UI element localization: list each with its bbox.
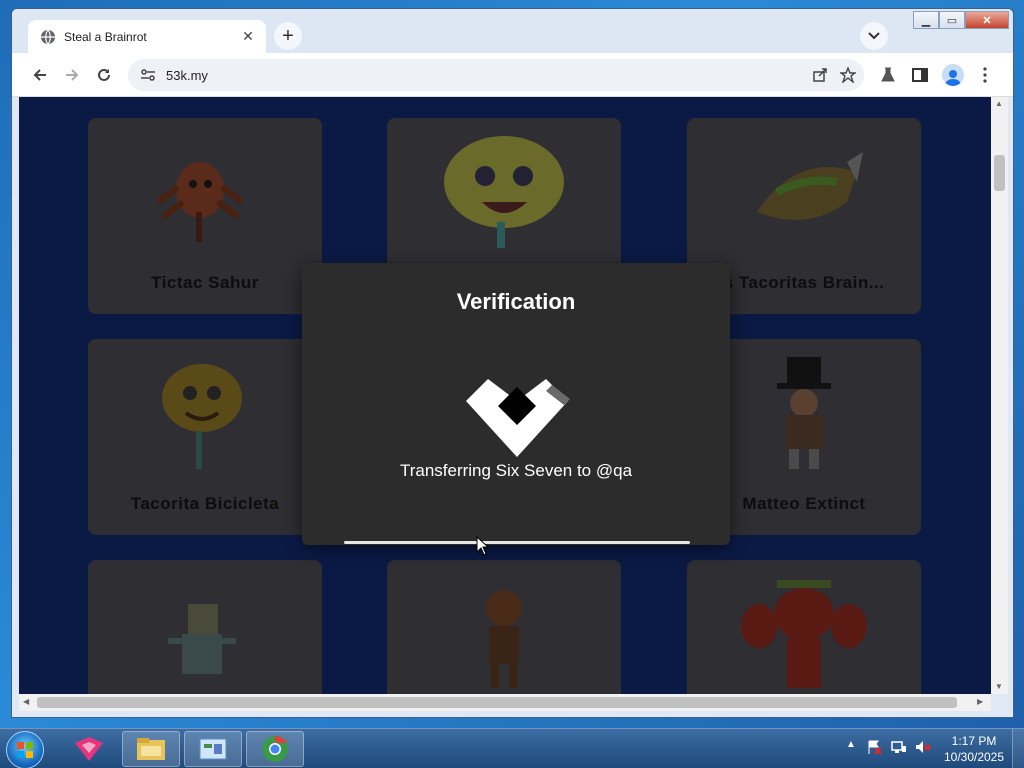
taskbar-file-explorer[interactable] [122,731,180,767]
chrome-icon [262,735,288,762]
item-card[interactable] [387,560,621,694]
clock[interactable]: 1:17 PM 10/30/2025 [940,733,1008,765]
item-card[interactable]: Tacorita Bicicleta [88,339,322,535]
taskbar-kaspersky[interactable] [60,731,118,767]
arrow-right-icon [66,69,79,81]
control-panel-icon [199,738,227,760]
clock-time: 1:17 PM [951,734,997,748]
close-window-button[interactable]: ✕ [965,11,1009,29]
bookmark-button[interactable] [836,63,860,87]
url-text[interactable]: 53k.my [166,68,808,83]
clock-date: 10/30/2025 [943,750,1005,764]
globe-icon [41,29,55,44]
progress-bar [344,541,690,544]
taskbar-control-panel[interactable] [184,731,242,767]
star-icon [840,67,856,83]
dialog-title: Verification [456,289,576,314]
volume-muted-icon[interactable] [915,739,931,755]
windows-logo-icon [17,742,33,758]
tab-close-icon[interactable]: ✕ [240,28,256,45]
character-red-spider-icon [156,162,244,242]
tab-steal-a-brainrot[interactable]: Steal a Brainrot ✕ [28,20,266,53]
horizontal-scrollbar[interactable]: ◀ ▶ [19,694,991,711]
page-viewport: Tictac Sahur s Tacoritas Brain... Tacori… [19,97,991,694]
more-vert-icon [983,67,987,83]
card-title: Tacorita Bicicleta [130,494,280,513]
character-brown-monkey-icon [486,590,522,688]
person-icon [945,70,961,86]
action-center-flag-icon[interactable] [866,739,882,755]
scroll-down-icon[interactable]: ▼ [995,682,1003,691]
character-yellow-blob-icon [444,136,564,248]
close-icon: ✕ [982,14,992,27]
scroll-left-icon[interactable]: ◀ [23,697,29,706]
tray-expand-icon[interactable]: ▲ [846,739,856,750]
new-tab-button[interactable]: + [274,22,302,50]
file-explorer-icon [137,738,165,760]
share-button[interactable] [808,63,832,87]
scroll-up-icon[interactable]: ▲ [995,99,1003,108]
flask-icon [881,67,895,82]
browser-window: Steal a Brainrot ✕ + ▁ ▭ ✕ 53k.my Tictac… [11,8,1014,718]
chevron-down-icon [868,32,880,40]
address-bar[interactable]: 53k.my [128,59,864,91]
item-card[interactable]: Tictac Sahur [88,118,322,314]
arrow-left-icon [33,69,46,81]
tab-search-button[interactable] [860,22,888,50]
avatar [942,64,964,86]
browser-toolbar: 53k.my [12,53,1013,97]
card-title: Tictac Sahur [151,273,259,292]
status-text: Transferring Six Seven to @qa [399,461,633,480]
character-green-robot-icon [168,604,236,674]
share-icon [813,68,827,82]
reload-icon [98,68,110,81]
item-card[interactable] [687,560,921,694]
title-bar: Steal a Brainrot ✕ + ▁ ▭ ✕ [12,9,1013,53]
window-controls: ▁ ▭ ✕ [913,11,1009,29]
menu-button[interactable] [973,63,997,87]
reload-button[interactable] [92,63,116,87]
character-top-hat-icon [777,357,831,469]
horizontal-scroll-thumb[interactable] [37,697,957,708]
tab-title: Steal a Brainrot [64,29,147,44]
back-button[interactable] [28,63,52,87]
diamond-logo-icon [466,379,570,457]
mouse-cursor-icon [476,536,490,556]
site-info-icon[interactable] [140,67,156,83]
taskbar: ▲ 1:17 PM 10/30/2025 [0,728,1024,768]
verification-dialog: Verification Transferring Six Seven to @… [302,263,730,545]
profile-button[interactable] [941,63,965,87]
network-icon[interactable] [891,739,907,755]
scroll-right-icon[interactable]: ▶ [977,697,983,706]
maximize-icon: ▭ [946,14,958,27]
minimize-icon: ▁ [921,14,931,27]
kaspersky-icon [75,737,103,761]
character-taco-face-icon [162,364,242,469]
side-panel-button[interactable] [908,63,932,87]
forward-button[interactable] [60,63,84,87]
character-taco-icon [757,152,863,220]
vertical-scrollbar[interactable]: ▲ ▼ [991,97,1008,694]
character-red-muscle-icon [741,580,867,688]
vertical-scroll-thumb[interactable] [994,155,1005,191]
start-button[interactable] [6,731,44,768]
taskbar-chrome[interactable] [246,731,304,767]
progress-fill [344,541,690,544]
plus-icon: + [282,24,294,47]
maximize-button[interactable]: ▭ [939,11,965,29]
labs-button[interactable] [876,63,900,87]
minimize-button[interactable]: ▁ [913,11,939,29]
show-desktop-button[interactable] [1012,729,1024,768]
item-card[interactable] [88,560,322,694]
side-panel-icon [912,68,928,82]
